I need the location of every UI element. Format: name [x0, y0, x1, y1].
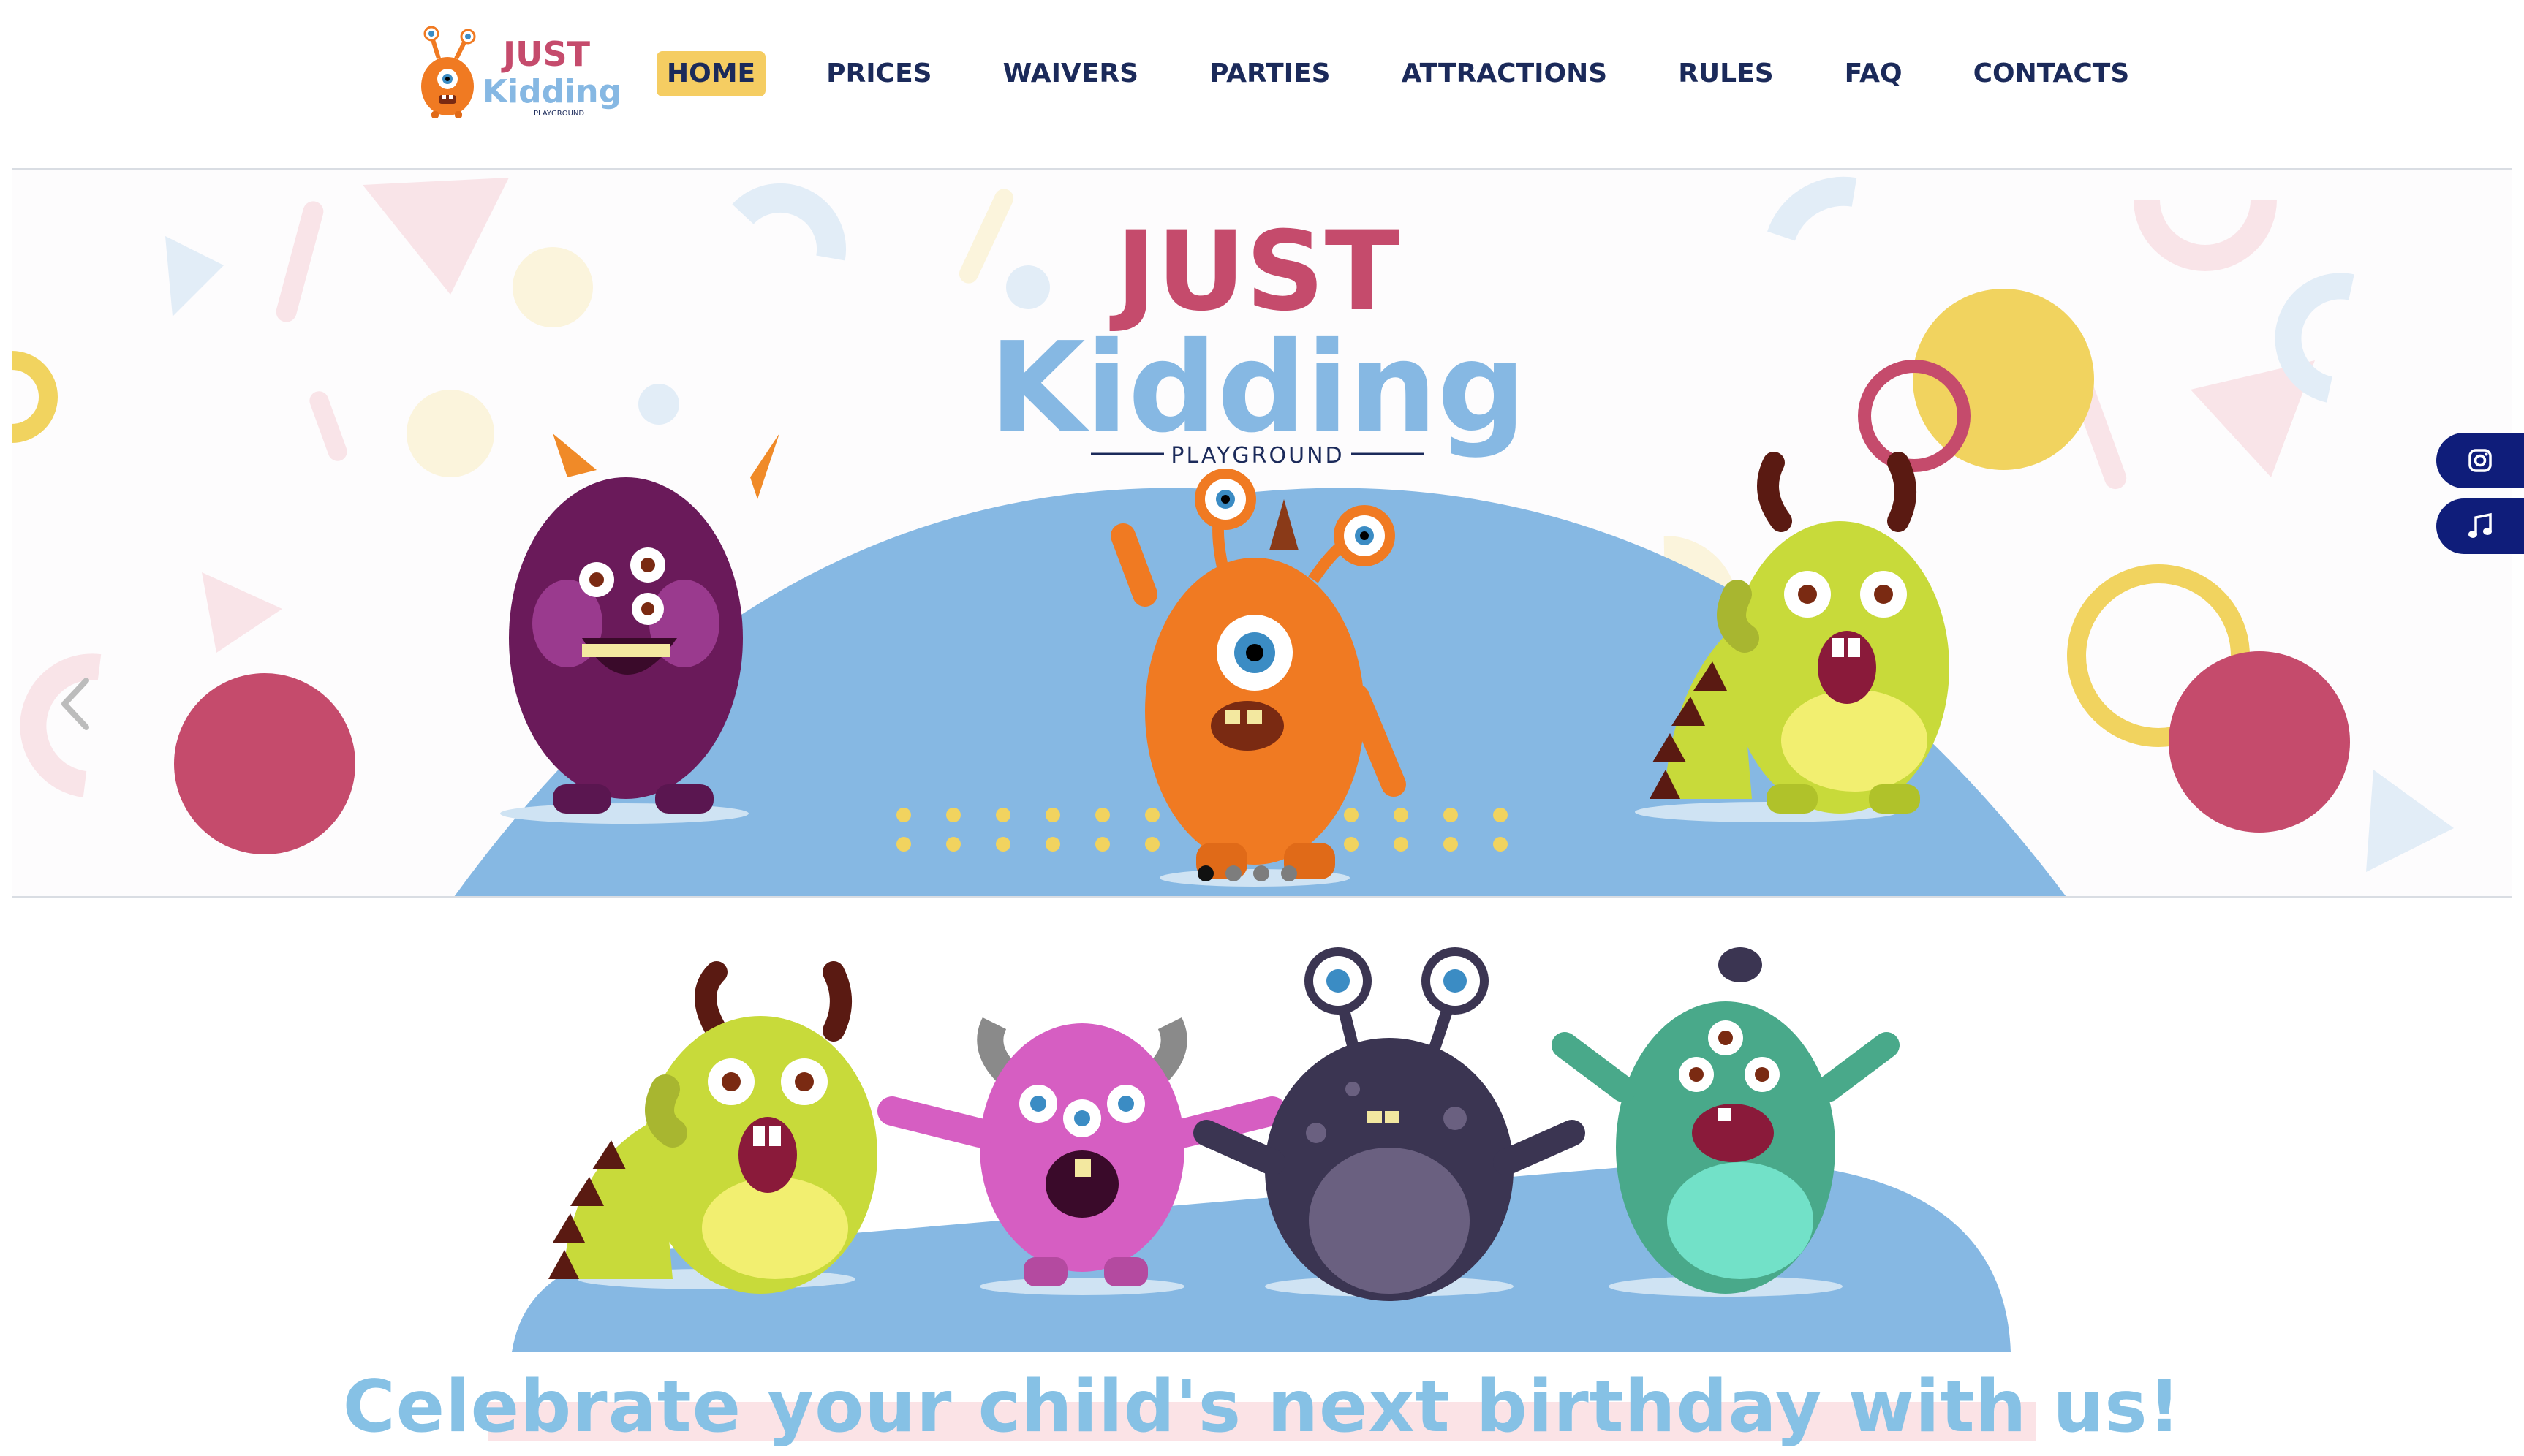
slider-dot-1[interactable]	[1198, 865, 1214, 881]
nav-contacts[interactable]: CONTACTS	[1963, 51, 2140, 96]
slider-dot-4[interactable]	[1281, 865, 1297, 881]
green-party-monster	[548, 961, 877, 1294]
hero-illustration: JUST Kidding PLAYGROUND	[12, 176, 2454, 897]
music-note-icon	[2468, 512, 2492, 538]
nav-prices[interactable]: PRICES	[816, 51, 942, 96]
slider-dot-3[interactable]	[1253, 865, 1269, 881]
slider-dot-2[interactable]	[1225, 865, 1242, 881]
slider-dots	[1198, 865, 1297, 881]
hero-logo: JUST Kidding PLAYGROUND	[989, 208, 1526, 469]
hero-logo-line-2: Kidding	[989, 316, 1526, 460]
instagram-button[interactable]	[2436, 433, 2524, 488]
site-logo[interactable]: JUST Kidding PLAYGROUND	[409, 19, 629, 121]
party-monsters-illustration	[512, 947, 2011, 1352]
instagram-icon	[2468, 449, 2492, 472]
nav-waivers[interactable]: WAIVERS	[993, 51, 1149, 96]
hero-logo-line-3: PLAYGROUND	[1171, 443, 1344, 469]
nav-home[interactable]: HOME	[657, 51, 766, 96]
logo-line-3: PLAYGROUND	[534, 110, 584, 118]
nav-rules[interactable]: RULES	[1668, 51, 1783, 96]
slider-prev-arrow[interactable]	[54, 675, 98, 733]
logo-line-1: JUST	[501, 34, 591, 74]
nav-attractions[interactable]: ATTRACTIONS	[1391, 51, 1618, 96]
nav-parties[interactable]: PARTIES	[1199, 51, 1341, 96]
site-header: JUST Kidding PLAYGROUND HOME PRICES WAIV…	[0, 0, 2524, 170]
nav-faq[interactable]: FAQ	[1835, 51, 1913, 96]
party-headline: Celebrate your child's next birthday wit…	[342, 1365, 2182, 1449]
hero-divider	[12, 896, 2512, 898]
hero-slider[interactable]: JUST Kidding PLAYGROUND	[12, 170, 2512, 897]
tiktok-button[interactable]	[2436, 498, 2524, 554]
main-nav: HOME PRICES WAIVERS PARTIES ATTRACTIONS …	[657, 50, 2190, 98]
logo-line-2: Kidding	[483, 73, 621, 110]
